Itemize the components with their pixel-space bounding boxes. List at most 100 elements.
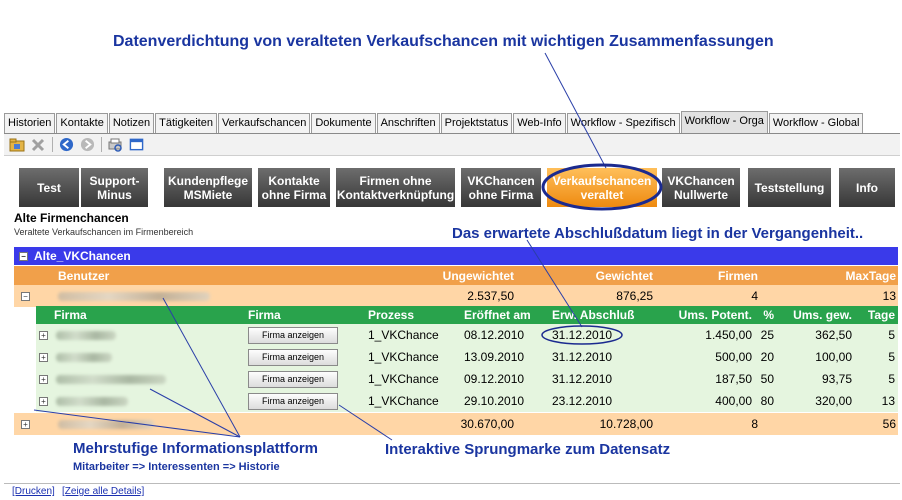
expand-toggle[interactable]: +: [39, 352, 48, 362]
forward-icon[interactable]: [79, 137, 95, 153]
firma-anzeigen-button[interactable]: Firma anzeigen: [248, 370, 338, 388]
row-tage: 13: [881, 394, 895, 408]
opportunity-table-header: Firma Firma Prozess Eröffnet am Erw. Abs…: [36, 306, 898, 324]
col-gew: Ums. gew.: [793, 308, 852, 322]
section-bar[interactable]: − Alte_VKChancen: [14, 247, 898, 265]
col-potent: Ums. Potent.: [678, 308, 752, 322]
row-eroeffnet: 09.12.2010: [464, 372, 525, 386]
expand-toggle[interactable]: +: [39, 374, 48, 384]
back-icon[interactable]: [58, 137, 74, 153]
tab-dokumente[interactable]: Dokumente: [311, 113, 376, 133]
tab-historien[interactable]: Historien: [4, 113, 56, 133]
expand-toggle[interactable]: +: [21, 419, 30, 429]
user-gewichtet: 876,25: [616, 289, 653, 303]
row-prozess: 1_VKChance: [368, 372, 439, 386]
user-maxtage: 56: [882, 417, 896, 431]
tab-anschriften[interactable]: Anschriften: [376, 113, 440, 133]
firma-anzeigen-button[interactable]: Firma anzeigen: [248, 348, 338, 366]
row-gew: 362,50: [815, 328, 852, 342]
tab-workflow-orga[interactable]: Workflow - Orga: [680, 111, 768, 133]
row-tage: 5: [888, 328, 895, 342]
row-gew: 93,75: [821, 372, 852, 386]
opportunity-row: + Firma anzeigen 1_VKChance 09.12.2010 31.12…: [36, 368, 898, 391]
toolbar-separator: [101, 137, 102, 152]
tab-bar: Historien Kontakte Notizen Tätigkeiten Verka…: [4, 111, 900, 134]
print-preview-icon[interactable]: [107, 137, 123, 153]
verkaufschancen-veraltet-button[interactable]: Verkaufschancen veraltet: [547, 168, 657, 207]
tab-workflow-global[interactable]: Workflow - Global: [768, 113, 864, 133]
tab-projektstatus[interactable]: Projektstatus: [440, 113, 513, 133]
row-eroeffnet: 08.12.2010: [464, 328, 525, 342]
footer: [Drucken] [Zeige alle Details]: [4, 483, 900, 500]
tab-kontakte[interactable]: Kontakte: [56, 113, 108, 133]
section-title: Alte_VKChancen: [34, 249, 131, 263]
page-subtitle: Veraltete Verkaufschancen im Firmenberei…: [14, 227, 194, 237]
col-pct: %: [763, 308, 774, 322]
col-ungewichtet: Ungewichtet: [442, 268, 514, 283]
print-link[interactable]: [Drucken]: [12, 486, 55, 497]
delete-icon[interactable]: [30, 137, 46, 153]
vkchancen-nullwerte-button[interactable]: VKChancen Nullwerte: [662, 168, 740, 207]
show-details-link[interactable]: [Zeige alle Details]: [62, 486, 144, 497]
expand-toggle[interactable]: +: [39, 396, 48, 406]
row-gew: 100,00: [815, 350, 852, 364]
tab-verkaufschancen[interactable]: Verkaufschancen: [217, 113, 311, 133]
redacted-company-name: [56, 374, 166, 384]
row-tage: 5: [888, 372, 895, 386]
col-eroeffnet: Eröffnet am: [464, 308, 531, 322]
redacted-user-name: [58, 419, 154, 429]
tab-tätigkeiten[interactable]: Tätigkeiten: [155, 113, 217, 133]
user-gewichtet: 10.728,00: [599, 417, 653, 431]
row-prozess: 1_VKChance: [368, 328, 439, 342]
col-firma: Firma: [54, 308, 87, 322]
kundenpflege-button[interactable]: Kundenpflege MSMiete: [164, 168, 252, 207]
row-prozess: 1_VKChance: [368, 394, 439, 408]
redacted-company-name: [56, 330, 116, 340]
kontakte-ohne-firma-button[interactable]: Kontakte ohne Firma: [258, 168, 330, 207]
user-ungewichtet: 30.670,00: [460, 417, 514, 431]
col-firma-button: Firma: [248, 308, 281, 322]
col-benutzer: Benutzer: [58, 268, 110, 283]
user-maxtage: 13: [882, 289, 896, 303]
row-tage: 5: [888, 350, 895, 364]
firma-anzeigen-button[interactable]: Firma anzeigen: [248, 326, 338, 344]
test-button[interactable]: Test: [19, 168, 79, 207]
row-pct: 25: [760, 328, 774, 342]
toolbar-separator: [52, 137, 53, 152]
redacted-user-name: [58, 291, 210, 301]
row-potent: 500,00: [715, 350, 752, 364]
row-abschluss: 31.12.2010: [552, 372, 613, 386]
col-firmen: Firmen: [717, 268, 758, 283]
annotation-bottom-left: Mehrstufige Informationsplattform: [73, 440, 319, 457]
row-potent: 1.450,00: [705, 328, 752, 342]
info-button[interactable]: Info: [839, 168, 895, 207]
support-minus-button[interactable]: Support- Minus: [81, 168, 148, 207]
page-title: Alte Firmenchancen: [14, 211, 129, 225]
vkchancen-ohne-firma-button[interactable]: VKChancen ohne Firma: [461, 168, 541, 207]
opportunity-row: + Firma anzeigen 1_VKChance 29.10.2010 23.12…: [36, 390, 898, 413]
opportunity-row: + Firma anzeigen 1_VKChance 08.12.2010 31.12…: [36, 324, 898, 347]
tab-notizen[interactable]: Notizen: [108, 113, 155, 133]
firma-anzeigen-button[interactable]: Firma anzeigen: [248, 392, 338, 410]
window-icon[interactable]: [128, 137, 144, 153]
firmen-ohne-kontakt-button[interactable]: Firmen ohne Kontaktverknüpfung: [336, 168, 455, 207]
teststellung-button[interactable]: Teststellung: [748, 168, 831, 207]
user-ungewichtet: 2.537,50: [467, 289, 514, 303]
open-folder-icon[interactable]: [9, 137, 25, 153]
row-eroeffnet: 13.09.2010: [464, 350, 525, 364]
tab-workflow-spezifisch[interactable]: Workflow - Spezifisch: [566, 113, 680, 133]
expand-toggle[interactable]: +: [39, 330, 48, 340]
col-tage: Tage: [867, 308, 895, 322]
section-collapse-toggle[interactable]: −: [19, 251, 28, 261]
row-potent: 400,00: [715, 394, 752, 408]
col-prozess: Prozess: [368, 308, 415, 322]
row-abschluss: 31.12.2010: [552, 350, 613, 364]
toolbar: [4, 134, 900, 156]
redacted-company-name: [56, 352, 112, 362]
user-firmen: 8: [751, 417, 758, 431]
row-pct: 50: [760, 372, 774, 386]
tab-web-info[interactable]: Web-Info: [513, 113, 566, 133]
expand-toggle[interactable]: −: [21, 291, 30, 301]
col-abschluss: Erw. Abschluß: [552, 308, 635, 322]
row-pct: 20: [760, 350, 774, 364]
